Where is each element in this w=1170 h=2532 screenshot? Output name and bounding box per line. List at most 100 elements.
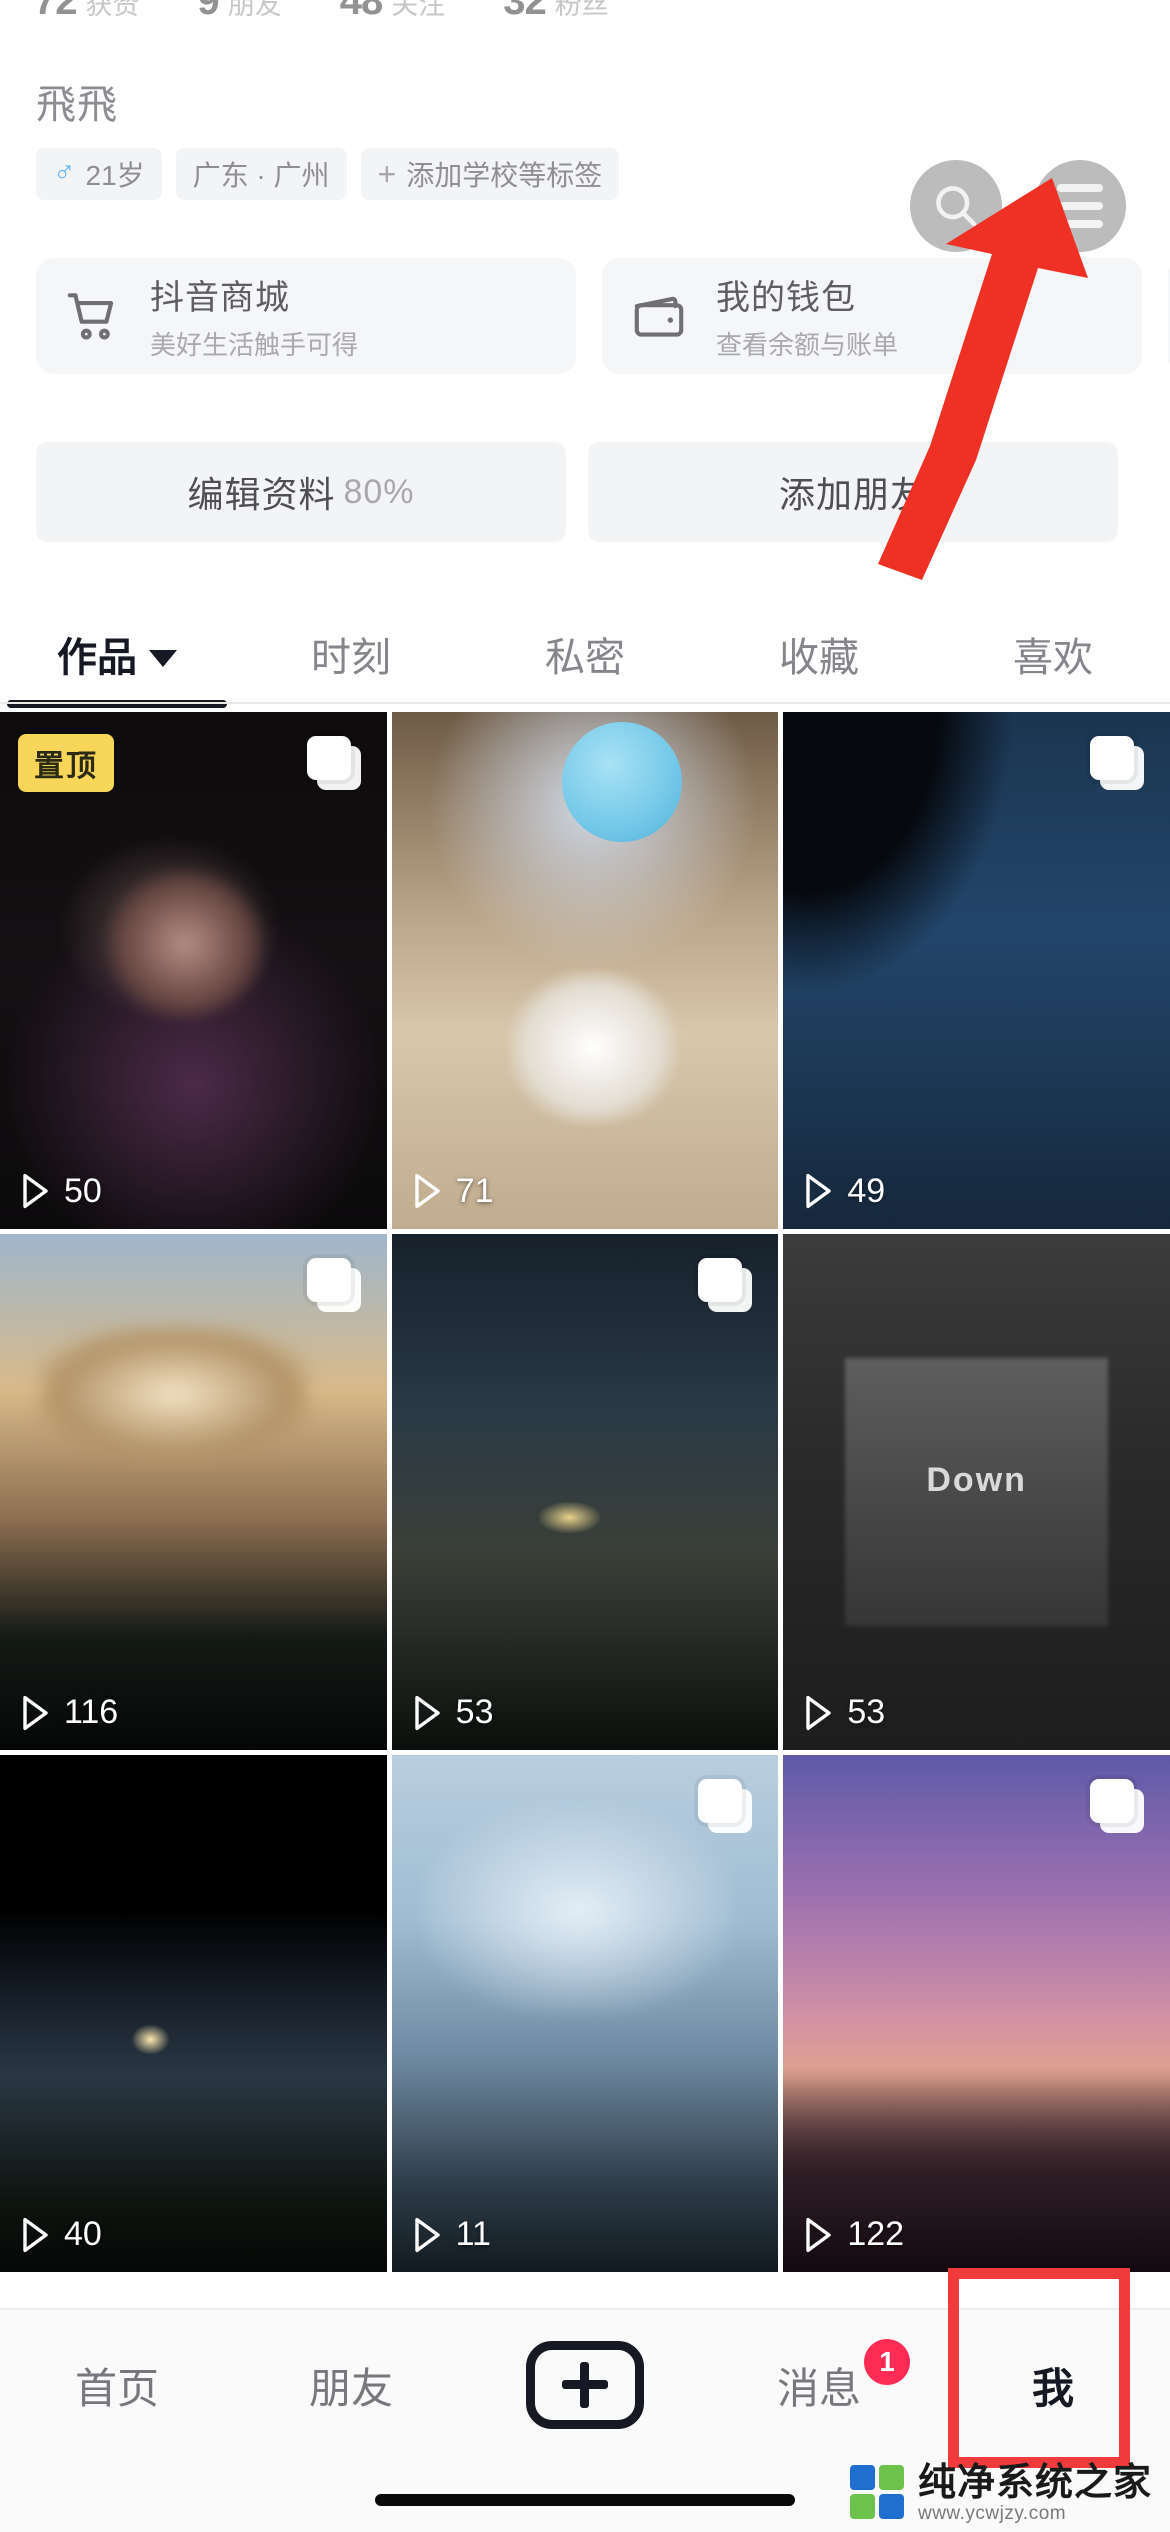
add-friend-button[interactable]: 添加朋友 (588, 442, 1118, 542)
edit-profile-label: 编辑资料 (187, 474, 336, 515)
tag-add-school[interactable]: + 添加学校等标签 (360, 148, 620, 200)
tab-likes[interactable]: 喜欢 (936, 604, 1170, 704)
video-cell[interactable]: 122 (783, 1755, 1170, 2272)
profile-action-row: 编辑资料 80% 添加朋友 (36, 442, 1170, 542)
menu-button[interactable] (1034, 160, 1126, 252)
stat-friends[interactable]: 9 朋友 (198, 0, 282, 24)
entry-card-mall-subtitle: 美好生活触手可得 (150, 330, 359, 360)
play-count-value: 49 (847, 1171, 886, 1210)
tab-private[interactable]: 私密 (468, 604, 702, 704)
tab-moments[interactable]: 时刻 (234, 604, 468, 704)
play-count-value: 50 (64, 1171, 102, 1210)
entry-card-mall-text: 抖音商城 美好生活触手可得 (150, 270, 358, 362)
video-cell[interactable]: Down 53 (783, 1233, 1170, 1751)
play-icon (414, 1173, 442, 1209)
nav-item-home[interactable]: 首页 (0, 2355, 234, 2416)
nav-item-friends[interactable]: 朋友 (234, 2355, 468, 2416)
plus-icon: + (377, 156, 397, 192)
play-count-value: 122 (847, 2215, 905, 2253)
edit-profile-button[interactable]: 编辑资料 80% (36, 442, 566, 542)
male-icon: ♂ (53, 156, 76, 189)
entry-card-wallet-text: 我的钱包 查看余额与账单 (716, 270, 898, 362)
edit-profile-percent: 80% (343, 472, 415, 511)
entry-card-mall[interactable]: 抖音商城 美好生活触手可得 (36, 258, 576, 374)
entry-card-wallet[interactable]: 我的钱包 查看余额与账单 (602, 258, 1142, 374)
tab-favorites-label: 收藏 (779, 636, 859, 680)
tag-location[interactable]: 广东 · 广州 (175, 148, 347, 200)
tab-works-label: 作品 (57, 636, 137, 680)
search-icon (936, 186, 977, 227)
multi-image-icon (1089, 736, 1144, 790)
tag-add-school-label: 添加学校等标签 (406, 160, 603, 191)
multi-image-icon (1089, 1779, 1144, 1834)
video-cell[interactable]: 116 (0, 1233, 387, 1751)
entry-card-mall-title: 抖音商城 (150, 279, 290, 317)
video-cell[interactable]: 40 (0, 1755, 387, 2272)
tag-age-label: 21岁 (85, 160, 145, 191)
play-icon (22, 1173, 50, 1209)
tag-gender-age[interactable]: ♂ 21岁 (36, 148, 162, 200)
stat-following-value: 48 (339, 0, 383, 23)
play-count: 40 (22, 2215, 102, 2254)
video-cell[interactable]: 71 (391, 712, 779, 1229)
stat-likes-label: 获赞 (85, 0, 140, 20)
play-count-value: 71 (455, 1171, 494, 1210)
nav-item-create[interactable] (468, 2341, 702, 2429)
play-count: 116 (22, 1693, 118, 1732)
profile-nickname: 飛飛 (36, 83, 118, 127)
video-grid: 置顶 50 71 49 116 53 Down 53 40 11 122 (0, 712, 1170, 2272)
thumbnail-overlay-text: Down (926, 1460, 1027, 1499)
entry-card-wallet-title: 我的钱包 (716, 279, 856, 317)
tab-works[interactable]: 作品 (0, 604, 234, 704)
stat-likes-value: 72 (34, 0, 77, 23)
play-count-value: 40 (64, 2215, 102, 2253)
search-button[interactable] (910, 160, 1002, 252)
tab-private-label: 私密 (545, 636, 625, 680)
watermark: 纯净系统之家 www.ycwjzy.com (849, 2462, 1152, 2525)
nav-item-friends-label: 朋友 (308, 2364, 393, 2412)
plus-icon[interactable] (526, 2341, 644, 2429)
play-icon (414, 1695, 442, 1731)
tab-likes-label: 喜欢 (1013, 636, 1093, 680)
play-count: 11 (414, 2215, 491, 2254)
tag-location-label: 广东 · 广州 (192, 160, 330, 191)
multi-image-icon (306, 1257, 361, 1312)
play-icon (414, 2217, 442, 2253)
multi-image-icon (306, 736, 361, 790)
profile-stats-row: 72 获赞 9 朋友 48 关注 32 粉丝 (34, 0, 1134, 24)
video-cell[interactable]: 49 (783, 712, 1170, 1229)
play-count: 122 (805, 2215, 904, 2254)
play-count: 53 (414, 1693, 494, 1732)
play-icon (22, 1695, 50, 1731)
watermark-url: www.ycwjzy.com (917, 2503, 1067, 2525)
play-count-value: 11 (455, 2215, 491, 2253)
pinned-badge: 置顶 (18, 734, 114, 792)
play-icon (805, 1173, 833, 1209)
play-count: 50 (22, 1172, 102, 1211)
watermark-logo-icon (849, 2465, 908, 2523)
tab-moments-label: 时刻 (311, 636, 391, 680)
play-icon (22, 2217, 50, 2253)
video-cell[interactable]: 置顶 50 (0, 712, 387, 1229)
tab-favorites[interactable]: 收藏 (702, 604, 936, 704)
watermark-text: 纯净系统之家 www.ycwjzy.com (917, 2462, 1152, 2525)
profile-tag-row: ♂ 21岁 广东 · 广州 + 添加学校等标签 (36, 148, 620, 200)
nav-item-messages[interactable]: 消息 1 (702, 2338, 936, 2416)
entry-card-row: 抖音商城 美好生活触手可得 我的钱包 查看余额与账单 仔 (36, 258, 1170, 374)
hamburger-icon (1057, 184, 1103, 228)
add-friend-label: 添加朋友 (778, 474, 927, 515)
stat-following[interactable]: 48 关注 (340, 0, 446, 24)
cart-icon (54, 277, 132, 355)
messages-badge: 1 (864, 2338, 910, 2385)
play-count-value: 53 (847, 1693, 886, 1732)
multi-image-icon (698, 1779, 753, 1834)
stat-followers[interactable]: 32 粉丝 (503, 0, 609, 24)
video-cell[interactable]: 53 (391, 1233, 779, 1751)
watermark-title: 纯净系统之家 (917, 2462, 1152, 2505)
tab-bar-divider (0, 702, 1170, 704)
chevron-down-icon[interactable] (149, 649, 177, 667)
stat-likes[interactable]: 72 获赞 (34, 0, 140, 24)
play-count-value: 53 (455, 1693, 494, 1732)
video-cell[interactable]: 11 (391, 1755, 779, 2272)
entry-card-wallet-subtitle: 查看余额与账单 (716, 330, 899, 360)
